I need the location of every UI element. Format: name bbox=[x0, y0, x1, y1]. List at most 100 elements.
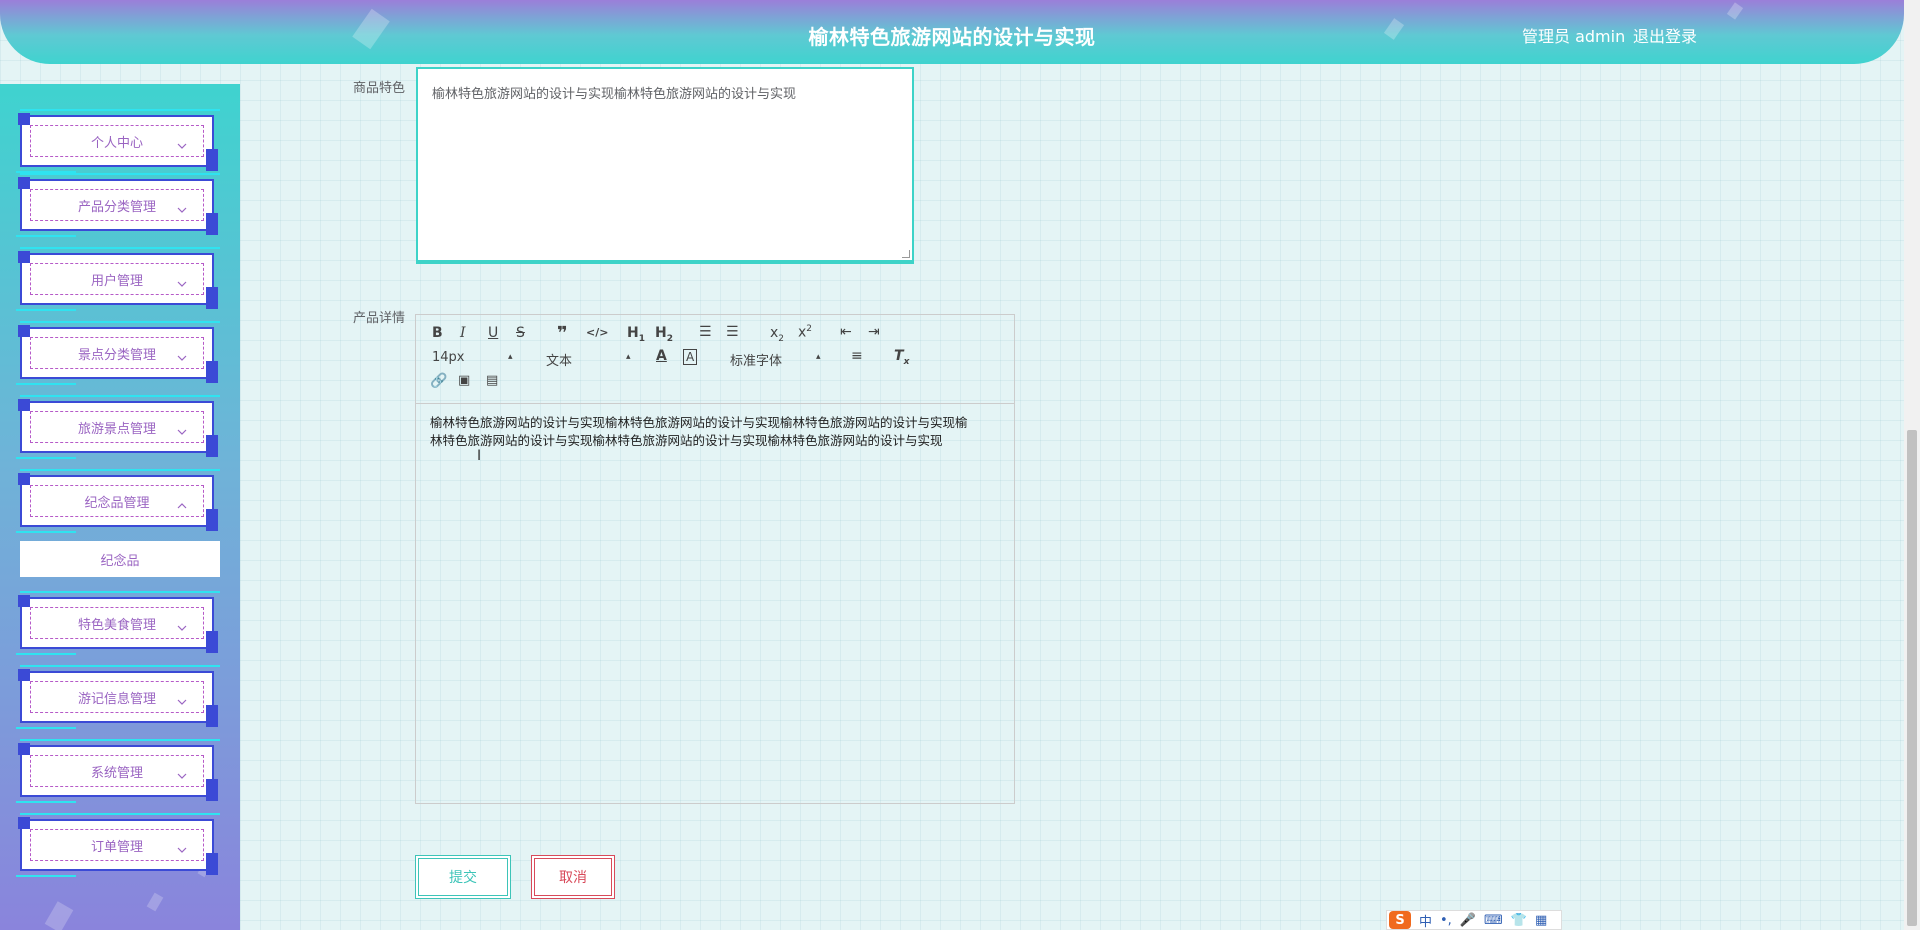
sidebar-item-label: 个人中心 bbox=[90, 135, 143, 151]
select-arrows-icon: ▴ bbox=[626, 352, 631, 362]
submit-button[interactable]: 提交 bbox=[415, 855, 511, 899]
sidebar-item[interactable]: 纪念品管理 bbox=[16, 469, 220, 533]
keyboard-icon[interactable]: ⌨ bbox=[1484, 913, 1503, 928]
feature-textarea-value: 榆林特色旅游网站的设计与实现榆林特色旅游网站的设计与实现 bbox=[432, 87, 797, 102]
sidebar-item[interactable]: 产品分类管理 bbox=[16, 173, 220, 237]
italic-icon[interactable]: I bbox=[460, 325, 466, 341]
editor-toolbar: B I U S ❞ </> H1 H2 ☰ ☰ x2 x2 ⇤ ⇥ 14px ▴… bbox=[416, 315, 1014, 404]
resize-handle-icon[interactable] bbox=[902, 250, 910, 258]
bold-icon[interactable]: B bbox=[432, 325, 443, 341]
menu-item-inner: 游记信息管理 bbox=[30, 681, 204, 713]
menu-decoration-line bbox=[16, 235, 76, 237]
menu-item-inner: 旅游景点管理 bbox=[30, 411, 204, 443]
subscript-icon[interactable]: x2 bbox=[770, 325, 784, 344]
feature-label: 商品特色 bbox=[352, 81, 405, 96]
sidebar-item[interactable]: 游记信息管理 bbox=[16, 665, 220, 729]
code-block-icon[interactable]: </> bbox=[586, 326, 608, 339]
font-family-select[interactable]: 标准字体 ▴ bbox=[730, 350, 826, 369]
sidebar-item-label: 景点分类管理 bbox=[77, 347, 156, 363]
link-icon[interactable]: 🔗 bbox=[430, 373, 447, 389]
chevron-down-icon bbox=[177, 770, 187, 780]
feature-textarea[interactable]: 榆林特色旅游网站的设计与实现榆林特色旅游网站的设计与实现 bbox=[416, 67, 914, 264]
ime-punctuation-icon[interactable]: •, bbox=[1440, 913, 1452, 928]
sidebar-item-label: 用户管理 bbox=[90, 273, 143, 289]
background-color-icon[interactable]: A bbox=[683, 349, 698, 365]
outdent-icon[interactable]: ⇤ bbox=[840, 324, 852, 340]
menu-decoration-line bbox=[20, 395, 220, 397]
chevron-down-icon bbox=[177, 696, 187, 706]
font-size-select[interactable]: 14px ▴ bbox=[432, 350, 513, 365]
ime-logo-icon: S bbox=[1389, 911, 1411, 929]
bullet-list-icon[interactable]: ☰ bbox=[726, 324, 739, 340]
select-arrows-icon: ▴ bbox=[816, 352, 821, 362]
heading1-icon[interactable]: H1 bbox=[627, 325, 645, 344]
menu-item-frame: 游记信息管理 bbox=[18, 669, 218, 727]
sidebar-item[interactable]: 订单管理 bbox=[16, 813, 220, 877]
sidebar-item-label: 产品分类管理 bbox=[77, 199, 156, 215]
cancel-button[interactable]: 取消 bbox=[531, 855, 615, 899]
menu-item-frame: 用户管理 bbox=[18, 251, 218, 309]
font-color-icon[interactable]: A bbox=[656, 348, 667, 364]
current-user: 管理员 admin bbox=[1522, 27, 1626, 46]
chevron-down-icon bbox=[177, 426, 187, 436]
menu-decoration-line bbox=[16, 801, 76, 803]
sidebar-item[interactable]: 景点分类管理 bbox=[16, 321, 220, 385]
sidebar-subitem-souvenir[interactable]: 纪念品 bbox=[20, 541, 220, 577]
select-arrows-icon: ▴ bbox=[508, 352, 513, 362]
page-scrollbar[interactable] bbox=[1904, 0, 1920, 930]
menu-decoration-line bbox=[20, 109, 220, 111]
menu-decoration-line bbox=[16, 383, 76, 385]
header-decoration bbox=[1726, 2, 1744, 20]
chevron-down-icon bbox=[177, 352, 187, 362]
ime-mode[interactable]: 中 bbox=[1419, 911, 1432, 930]
menu-item-frame: 纪念品管理 bbox=[18, 473, 218, 531]
image-icon[interactable]: ▣ bbox=[458, 373, 470, 388]
sidebar-item[interactable]: 旅游景点管理 bbox=[16, 395, 220, 459]
strikethrough-icon[interactable]: S bbox=[516, 325, 525, 341]
menu-decoration-line bbox=[20, 739, 220, 741]
menu-decoration-line bbox=[16, 531, 76, 533]
menu-item-frame: 景点分类管理 bbox=[18, 325, 218, 383]
skin-icon[interactable]: 👕 bbox=[1511, 913, 1527, 928]
menu-decoration-line bbox=[16, 727, 76, 729]
clear-format-icon[interactable]: Tx bbox=[894, 348, 909, 367]
sidebar-item[interactable]: 个人中心 bbox=[16, 109, 220, 173]
menu-decoration-line bbox=[16, 457, 76, 459]
ordered-list-icon[interactable]: ☰ bbox=[699, 324, 712, 340]
microphone-icon[interactable]: 🎤 bbox=[1460, 913, 1476, 928]
chevron-down-icon bbox=[177, 278, 187, 288]
editor-content-line: 林特色旅游网站的设计与实现榆林特色旅游网站的设计与实现榆林特色旅游网站的设计与实… bbox=[430, 433, 943, 448]
menu-item-inner: 特色美食管理 bbox=[30, 607, 204, 639]
chevron-up-icon bbox=[177, 500, 187, 510]
editor-content[interactable]: 榆林特色旅游网站的设计与实现榆林特色旅游网站的设计与实现榆林特色旅游网站的设计与… bbox=[430, 414, 1000, 450]
menu-item-frame: 系统管理 bbox=[18, 743, 218, 801]
blockquote-icon[interactable]: ❞ bbox=[557, 323, 568, 344]
superscript-icon[interactable]: x2 bbox=[798, 324, 812, 341]
indent-icon[interactable]: ⇥ bbox=[868, 324, 880, 340]
ime-toolbar[interactable]: S 中 •, 🎤 ⌨ 👕 ▦ bbox=[1386, 910, 1562, 930]
scrollbar-thumb[interactable] bbox=[1907, 430, 1917, 926]
video-icon[interactable]: ▤ bbox=[486, 373, 498, 388]
logout-link[interactable]: 退出登录 bbox=[1633, 23, 1697, 47]
align-icon[interactable]: ≡ bbox=[851, 348, 863, 364]
sidebar-item[interactable]: 系统管理 bbox=[16, 739, 220, 803]
menu-decoration-line bbox=[20, 665, 220, 667]
menu-decoration-line bbox=[20, 591, 220, 593]
sidebar-decoration bbox=[44, 901, 74, 930]
menu-decoration-line bbox=[16, 309, 76, 311]
underline-icon[interactable]: U bbox=[488, 325, 498, 341]
menu-item-inner: 产品分类管理 bbox=[30, 189, 204, 221]
sidebar-item-label: 旅游景点管理 bbox=[77, 421, 156, 437]
sidebar-item[interactable]: 特色美食管理 bbox=[16, 591, 220, 655]
detail-label: 产品详情 bbox=[352, 311, 405, 326]
menu-decoration-line bbox=[16, 875, 76, 877]
menu-item-frame: 产品分类管理 bbox=[18, 177, 218, 235]
sidebar-item[interactable]: 用户管理 bbox=[16, 247, 220, 311]
chevron-down-icon bbox=[177, 844, 187, 854]
font-size-value: 14px bbox=[432, 350, 465, 365]
heading2-icon[interactable]: H2 bbox=[655, 325, 673, 344]
header-select[interactable]: 文本 ▴ bbox=[546, 350, 632, 369]
menu-decoration-line bbox=[20, 469, 220, 471]
grid-menu-icon[interactable]: ▦ bbox=[1535, 913, 1547, 928]
top-header: 榆林特色旅游网站的设计与实现 管理员 admin 退出登录 bbox=[0, 0, 1904, 64]
